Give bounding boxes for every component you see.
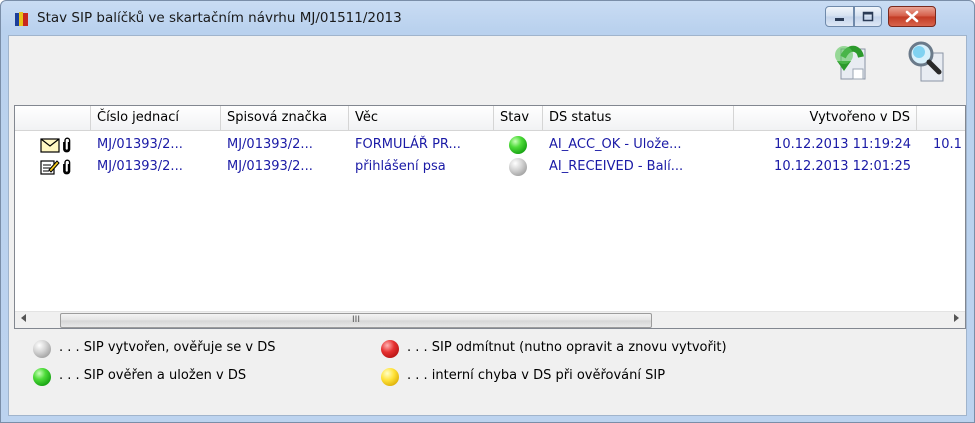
cell-cislo: MJ/01393/2...	[97, 137, 183, 152]
legend-text: . . . SIP vytvořen, ověřuje se v DS	[59, 340, 276, 355]
close-button[interactable]	[888, 6, 936, 27]
status-ball-gray	[509, 158, 527, 176]
column-header-vec[interactable]: Věc	[349, 106, 494, 130]
window-title: Stav SIP balíčků ve skartačním návrhu MJ…	[37, 10, 402, 26]
table-row[interactable]: MJ/01393/2... MJ/01393/2... FORMULÁŘ PR.…	[15, 134, 965, 156]
send-to-ds-icon[interactable]	[829, 39, 871, 83]
cell-ds-status: AI_ACC_OK - Ulože...	[549, 137, 682, 152]
title-bar[interactable]: Stav SIP balíčků ve skartačním návrhu MJ…	[1, 1, 974, 35]
cell-cislo: MJ/01393/2...	[97, 159, 183, 174]
scroll-grip: III	[352, 315, 360, 325]
column-header-stav[interactable]: Stav	[494, 106, 543, 130]
legend-text: . . . interní chyba v DS při ověřování S…	[407, 368, 666, 383]
legend-gray-ball	[33, 340, 51, 358]
app-books-icon	[15, 12, 28, 26]
cell-extra: 10.1	[933, 137, 962, 152]
cell-znacka: MJ/01393/2...	[227, 159, 313, 174]
paperclip-icon	[63, 137, 71, 153]
column-header-extra[interactable]	[917, 106, 965, 130]
search-ds-icon[interactable]	[905, 39, 947, 83]
edit-document-icon	[40, 160, 60, 175]
status-ball-green	[509, 136, 527, 154]
scroll-left-button[interactable]	[15, 312, 32, 328]
maximize-icon	[862, 11, 874, 22]
cell-extra	[927, 156, 933, 178]
cell-vec: FORMULÁŘ PR...	[355, 137, 461, 152]
arrow-right-icon	[953, 314, 959, 322]
column-header-ds-status[interactable]: DS status	[543, 106, 734, 130]
legend-red-ball	[381, 340, 399, 358]
app-window: Stav SIP balíčků ve skartačním návrhu MJ…	[0, 0, 975, 423]
legend-green-ball	[33, 368, 51, 386]
minimize-button[interactable]	[825, 6, 854, 27]
cell-znacka: MJ/01393/2...	[227, 137, 313, 152]
arrow-left-icon	[20, 314, 26, 322]
table-row[interactable]: MJ/01393/2... MJ/01393/2... přihlášení p…	[15, 156, 965, 178]
minimize-icon	[835, 18, 844, 21]
close-icon	[905, 10, 919, 23]
column-header-icons[interactable]	[15, 106, 91, 130]
cell-vec: přihlášení psa	[355, 159, 446, 174]
legend-yellow-ball	[381, 368, 399, 386]
legend-text: . . . SIP odmítnut (nutno opravit a znov…	[407, 340, 727, 355]
cell-ds-status: AI_RECEIVED - Balí...	[549, 159, 684, 174]
legend-text: . . . SIP ověřen a uložen v DS	[59, 368, 247, 383]
column-header-znacka[interactable]: Spisová značka	[221, 106, 349, 130]
scroll-thumb[interactable]: III	[60, 313, 652, 328]
scroll-right-button[interactable]	[947, 312, 964, 328]
envelope-icon	[40, 138, 60, 153]
paperclip-icon	[63, 159, 71, 175]
maximize-button[interactable]	[854, 6, 882, 27]
column-header-cislo[interactable]: Číslo jednací	[91, 106, 221, 130]
cell-vytvoreno: 10.12.2013 11:19:24	[774, 137, 911, 152]
column-header-vytvoreno[interactable]: Vytvořeno v DS	[734, 106, 917, 130]
horizontal-scrollbar[interactable]: III	[15, 311, 965, 328]
table-header: Číslo jednací Spisová značka Věc Stav DS…	[15, 106, 965, 131]
cell-vytvoreno: 10.12.2013 12:01:25	[774, 159, 911, 174]
sip-packages-table: Číslo jednací Spisová značka Věc Stav DS…	[14, 105, 966, 329]
